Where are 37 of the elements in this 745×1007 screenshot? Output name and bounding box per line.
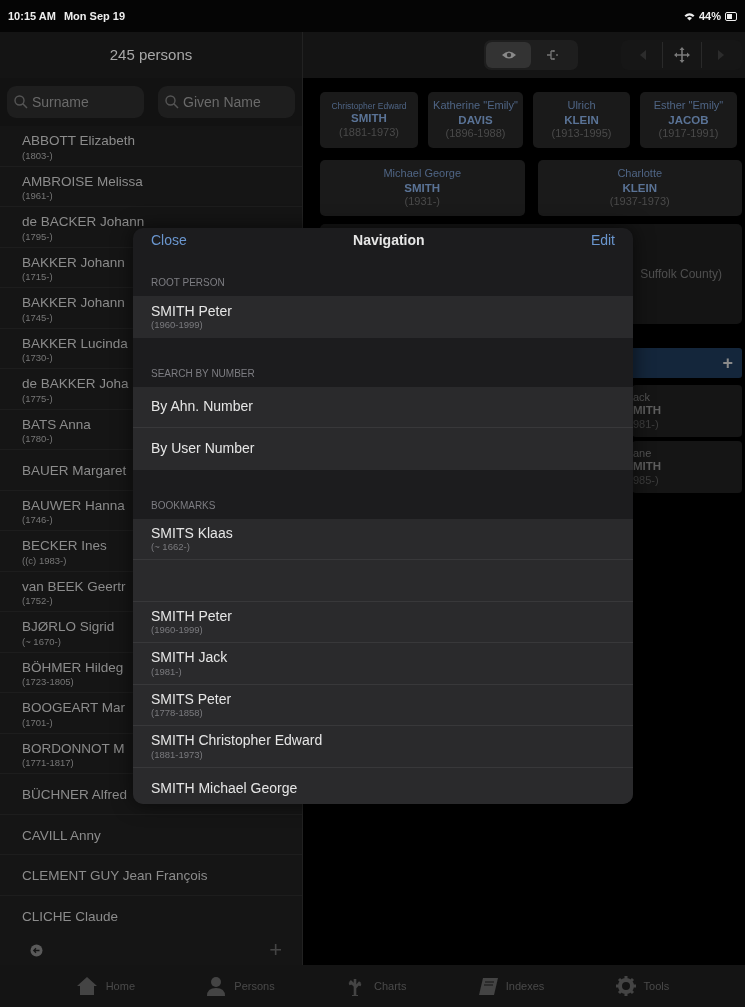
section-header: ROOT PERSON [150,276,225,290]
navigation-list-item[interactable]: By User Number [133,428,633,470]
battery-icon [725,11,737,21]
add-child-button[interactable]: + [722,354,733,372]
section-header: BOOKMARKS [150,498,216,513]
search-field[interactable]: Given Name [158,86,295,118]
navigation-list-item[interactable]: By Ahn. Number [133,386,633,428]
move-arrows-icon [673,46,691,64]
person-list-item[interactable]: ABBOTT Elizabeth (1803-) [0,126,302,167]
person-icon [206,976,227,996]
status-time: 10:15 AM [8,8,56,24]
edit-button[interactable]: Edit [590,228,615,253]
event-place-text: Suffolk County) [640,266,722,283]
eye-icon [500,49,517,61]
navigation-list-item[interactable]: SMITH Peter (1960-1999) [133,601,633,643]
person-list-item[interactable]: AMBROISE Melissa (1961-) [0,166,302,207]
person-list-item[interactable]: CLEMENT GUY Jean François [0,855,302,896]
navigation-list-item[interactable]: SMITS Klaas (~ 1662-) [133,518,633,560]
navigation-list-item[interactable]: SMITS Peter (1778-1858) [133,684,633,726]
navigation-list-item[interactable]: SMITH Michael George [133,767,633,804]
navigation-list-item[interactable]: SMITH Peter (1960-1999) [133,296,633,338]
view-mode-tab[interactable] [486,42,531,68]
book-icon [477,976,498,996]
battery-percent: 44% [698,8,721,24]
persons-count-title: 245 persons [109,44,193,65]
dialog-title: Navigation [353,231,425,250]
person-list-item[interactable]: CLICHE Claude [0,895,302,935]
section-header: SEARCH BY NUMBER [150,366,255,381]
house-icon [75,976,98,996]
person-list-item[interactable]: CAVILL Anny [0,814,302,855]
search-field[interactable]: Surname [7,86,144,118]
back-circle-icon[interactable] [30,943,43,957]
wifi-icon [683,11,695,21]
navigation-list-item[interactable]: SMITH Christopher Edward (1881-1973) [133,726,633,768]
status-date: Mon Sep 19 [63,8,125,24]
settings-icon [615,976,636,996]
navigation-list-item[interactable]: SMITH Jack (1981-) [133,643,633,685]
